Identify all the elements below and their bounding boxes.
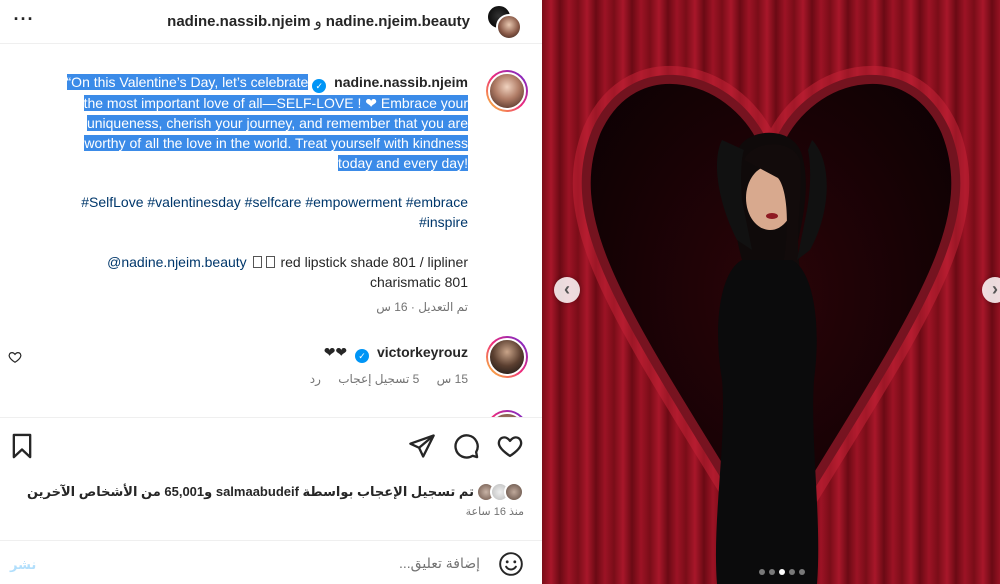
carousel-dot bbox=[759, 569, 765, 575]
post-header: ··· nadine.nassib.njeim و nadine.njeim.bea… bbox=[0, 0, 542, 44]
verified-badge-icon: ✓ bbox=[312, 79, 327, 93]
add-comment-bar: إضافة تعليق... نشر bbox=[0, 540, 542, 584]
caption-line: worthy of all the love in the world. Tre… bbox=[84, 135, 468, 151]
comment-reply-button[interactable]: رد bbox=[310, 372, 321, 386]
product-line: red lipstick shade 801 / lipliner bbox=[280, 254, 468, 270]
woman-figure-image bbox=[715, 132, 827, 584]
caption-username[interactable]: nadine.nassib.njeim bbox=[334, 74, 468, 90]
likes-summary[interactable]: تم تسجيل الإعجاب بواسطة salmaabudeif و65… bbox=[27, 480, 524, 504]
action-bar bbox=[0, 418, 542, 476]
carousel-dots bbox=[759, 569, 805, 575]
hashtags[interactable]: #SelfLove #valentinesday #selfcare #empo… bbox=[38, 192, 468, 232]
post-comment-button[interactable]: نشر bbox=[10, 557, 36, 573]
post-photo[interactable]: ‹ › bbox=[542, 0, 1000, 584]
header-title: nadine.nassib.njeim و nadine.njeim.beauty bbox=[167, 12, 470, 30]
commenter-avatar[interactable] bbox=[486, 410, 528, 417]
caption-line: “On this Valentine’s Day, let’s celebrat… bbox=[66, 74, 309, 90]
carousel-dot bbox=[769, 569, 775, 575]
post-time-ago: منذ 16 ساعة bbox=[465, 506, 524, 518]
caption-line: the most important love of all—SELF-LOVE… bbox=[83, 95, 468, 111]
carousel-dot bbox=[799, 569, 805, 575]
verified-badge-icon: ✓ bbox=[355, 349, 370, 363]
product-line: charismatic 801 bbox=[369, 274, 468, 290]
hashtags-line[interactable]: #inspire bbox=[38, 212, 468, 232]
comment-bubble-icon[interactable] bbox=[452, 432, 480, 460]
edited-timestamp: تم التعديل · 16 س bbox=[376, 300, 468, 314]
caption-line: uniqueness, cherish your journey, and re… bbox=[86, 115, 468, 131]
comment: ❤❤ ✓ victorkeyrouz bbox=[324, 344, 468, 363]
avatar bbox=[496, 14, 522, 40]
comment-username[interactable]: victorkeyrouz bbox=[377, 344, 468, 360]
comment-likes[interactable]: 5 تسجيل إعجاب bbox=[338, 372, 419, 386]
caption-line: today and every day! bbox=[338, 155, 468, 171]
comments-scroll-area[interactable]: “On this Valentine’s Day, let’s celebrat… bbox=[0, 44, 542, 418]
likes-text[interactable]: تم تسجيل الإعجاب بواسطة salmaabudeif و65… bbox=[27, 484, 474, 500]
header-user-1[interactable]: nadine.nassib.njeim bbox=[167, 13, 310, 30]
more-options-button[interactable]: ··· bbox=[12, 10, 36, 34]
commenter-avatar[interactable] bbox=[486, 336, 528, 378]
carousel-dot-active bbox=[779, 569, 785, 575]
hashtags-line[interactable]: #SelfLove #valentinesday #selfcare #empo… bbox=[38, 192, 468, 212]
comment-time: 15 س bbox=[436, 372, 468, 386]
header-avatar-stack[interactable] bbox=[486, 4, 526, 40]
comment-text: ❤❤ bbox=[323, 344, 348, 360]
header-joiner: و bbox=[314, 13, 322, 30]
carousel-dot bbox=[789, 569, 795, 575]
carousel-prev-button[interactable]: ‹ bbox=[554, 277, 580, 303]
emoji-placeholder-icon bbox=[252, 256, 262, 268]
post-panel: ··· nadine.nassib.njeim و nadine.njeim.bea… bbox=[0, 0, 542, 584]
comment-input[interactable]: إضافة تعليق... bbox=[399, 555, 480, 572]
mention-link[interactable]: @nadine.njeim.beauty bbox=[107, 254, 247, 270]
avatar bbox=[504, 482, 524, 502]
save-bookmark-icon[interactable] bbox=[8, 432, 36, 460]
emoji-placeholder-icon bbox=[265, 256, 275, 268]
post-caption: “On this Valentine’s Day, let’s celebrat… bbox=[38, 72, 468, 173]
header-user-2[interactable]: nadine.njeim.beauty bbox=[326, 13, 470, 30]
emoji-smiley-icon[interactable] bbox=[498, 551, 524, 577]
share-send-icon[interactable] bbox=[408, 432, 436, 460]
like-heart-icon[interactable] bbox=[496, 432, 524, 460]
comment-meta: 15 س 5 تسجيل إعجاب رد bbox=[296, 372, 468, 386]
comment-like-heart-icon[interactable] bbox=[8, 350, 22, 364]
author-avatar[interactable] bbox=[486, 70, 528, 112]
product-note: @nadine.njeim.beauty red lipstick shade … bbox=[38, 252, 468, 292]
